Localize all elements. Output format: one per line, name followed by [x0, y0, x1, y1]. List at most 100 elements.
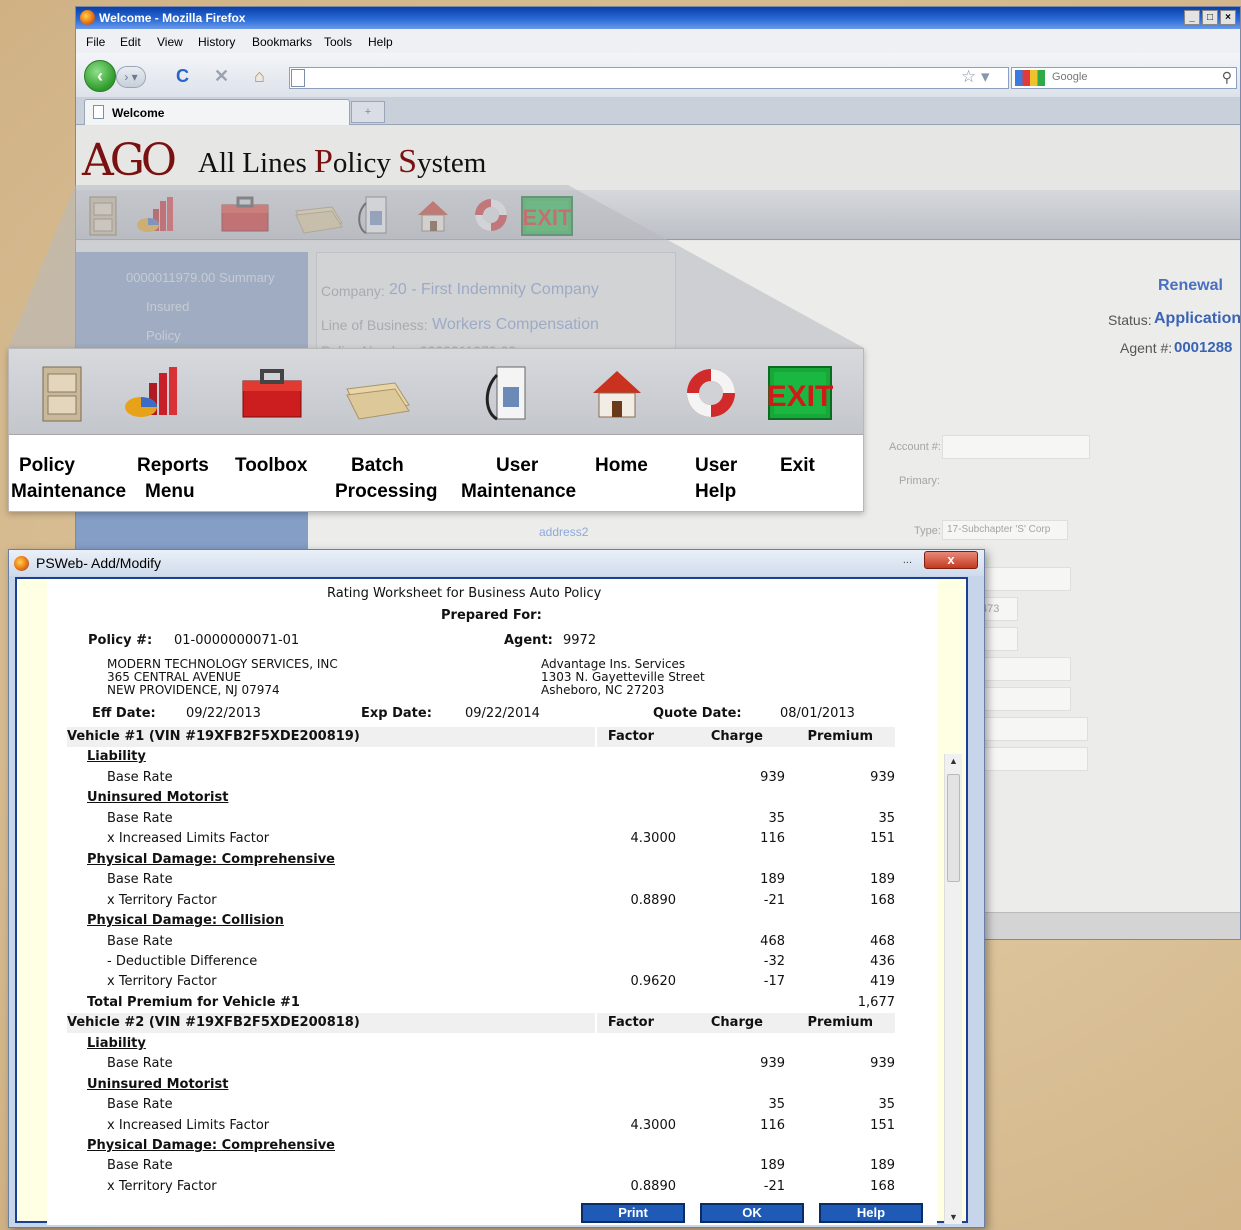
premium-cell: 151 — [870, 1118, 895, 1133]
table-row: x Increased Limits Factor 4.3000 116 151 — [47, 829, 897, 849]
scroll-up-icon[interactable]: ▲ — [949, 756, 958, 766]
ghost-field-5[interactable] — [976, 687, 1071, 711]
menu-bookmarks[interactable]: Bookmarks — [252, 35, 312, 49]
legend-exit: Exit — [780, 453, 830, 479]
help-button[interactable]: Help — [819, 1203, 923, 1223]
premium-cell: 1,677 — [857, 995, 895, 1010]
legend-line: User — [496, 455, 539, 476]
menu-help[interactable]: Help — [368, 35, 393, 49]
logo-mark: AGO — [82, 135, 177, 186]
legend-line: Home — [595, 455, 648, 476]
charge-cell: 189 — [760, 872, 785, 887]
charge-column-header: Charge — [710, 729, 763, 744]
tab-welcome[interactable]: Welcome — [84, 99, 350, 125]
menu-file[interactable]: File — [86, 35, 105, 49]
charge-cell: 116 — [760, 1118, 785, 1133]
minimize-button[interactable]: _ — [1184, 10, 1200, 25]
app-toolbar: EXIT — [76, 190, 1240, 240]
company-select[interactable]: 20 - First Indemnity Company — [389, 281, 599, 299]
google-icon[interactable] — [1015, 70, 1045, 86]
legend-line: Toolbox — [235, 455, 308, 476]
dialog-menu-dots[interactable]: ... — [903, 554, 912, 566]
print-button[interactable]: Print — [581, 1203, 685, 1223]
file-cabinet-icon[interactable] — [84, 193, 126, 237]
ok-button[interactable]: OK — [700, 1203, 804, 1223]
account-field[interactable] — [942, 435, 1090, 459]
search-icon[interactable]: ⚲ — [1222, 69, 1232, 86]
maximize-button[interactable]: □ — [1202, 10, 1218, 25]
coverage-section-row: Physical Damage: Collision — [47, 911, 897, 931]
scroll-down-icon[interactable]: ▼ — [949, 1212, 958, 1222]
tree-root[interactable]: 0000011979.00 Summary — [126, 270, 275, 285]
company-label: Company: — [321, 283, 385, 299]
toolbox-icon[interactable] — [218, 193, 272, 237]
type-select[interactable]: 17-Subchapter 'S' Corp — [942, 520, 1068, 540]
worksheet-scrollbar[interactable]: ▲ ▼ — [944, 754, 962, 1224]
address2-link[interactable]: address2 — [539, 525, 588, 539]
row-label: Total Premium for Vehicle #1 — [87, 995, 300, 1010]
search-box[interactable]: Google ⚲ — [1011, 67, 1237, 89]
window-title: Welcome - Mozilla Firefox — [99, 11, 246, 25]
lob-value: Workers Compensation — [432, 316, 599, 333]
toolbox-icon — [242, 369, 302, 418]
table-row: Base Rate 939 939 — [47, 1054, 897, 1074]
menu-view[interactable]: View — [157, 35, 183, 49]
url-bar[interactable] — [289, 67, 1009, 89]
row-label: x Territory Factor — [107, 1179, 217, 1194]
row-label: Vehicle #2 (VIN #19XFB2F5XDE200818) — [67, 1015, 360, 1030]
premium-cell: 419 — [870, 974, 895, 989]
agent-value: 9972 — [563, 633, 597, 648]
scroll-thumb[interactable] — [947, 774, 960, 882]
exit-sign-icon[interactable]: EXIT — [520, 193, 574, 237]
tree-item-insured[interactable]: Insured — [146, 299, 189, 314]
table-row: Base Rate 189 189 — [47, 870, 897, 890]
forward-icon[interactable]: › ▾ — [116, 66, 146, 88]
firefox-icon — [80, 10, 95, 25]
table-row: Base Rate 189 189 — [47, 1156, 897, 1176]
tree-item-policy[interactable]: Policy — [146, 328, 181, 343]
coverage-section-row: Physical Damage: Comprehensive — [47, 850, 897, 870]
coverage-section-row: Liability — [47, 747, 897, 767]
ghost-field-7[interactable] — [976, 747, 1088, 771]
premium-cell: 939 — [870, 1056, 895, 1071]
vehicle-header-row: Vehicle #2 (VIN #19XFB2F5XDE200818) Facto… — [67, 1013, 895, 1033]
menu-edit[interactable]: Edit — [120, 35, 141, 49]
column-divider — [595, 1013, 597, 1033]
lifebuoy-help-icon[interactable] — [470, 193, 512, 237]
menu-tools[interactable]: Tools — [324, 35, 352, 49]
close-window-button[interactable]: × — [1220, 10, 1236, 25]
charge-cell: 35 — [768, 811, 785, 826]
row-label: Base Rate — [107, 872, 173, 887]
row-label: Base Rate — [107, 1097, 173, 1112]
premium-cell: 35 — [878, 1097, 895, 1112]
legend-line: Help — [695, 481, 737, 502]
account-label: Account #: — [889, 441, 941, 453]
stop-icon[interactable]: ✕ — [214, 67, 229, 85]
menu-history[interactable]: History — [198, 35, 235, 49]
policy-value: 01-0000000071-01 — [174, 633, 300, 648]
new-tab-button[interactable]: + — [351, 101, 385, 123]
primary-label: Primary: — [899, 475, 940, 487]
lifebuoy-help-icon — [687, 369, 735, 417]
ghost-field-1[interactable] — [976, 567, 1071, 591]
back-icon[interactable]: ‹ — [84, 60, 116, 92]
row-label: x Territory Factor — [107, 893, 217, 908]
home-icon[interactable]: ⌂ — [254, 67, 265, 85]
coverage-section-row: Physical Damage: Comprehensive — [47, 1136, 897, 1156]
charge-cell: 189 — [760, 1158, 785, 1173]
ghost-field-4[interactable] — [976, 657, 1071, 681]
reports-chart-icon[interactable] — [136, 193, 178, 237]
reload-icon[interactable]: C — [176, 67, 189, 85]
menu-bar: File Edit View History Bookmarks Tools H… — [76, 29, 1240, 53]
row-label: Uninsured Motorist — [87, 790, 229, 805]
logo-title: All Lines Policy System — [198, 143, 486, 181]
dialog-close-button[interactable]: x — [924, 551, 978, 569]
bookmark-star-icon[interactable]: ☆ ▾ — [961, 67, 990, 87]
title-bar: Welcome - Mozilla Firefox _ □ × — [76, 7, 1240, 29]
agent-label: Agent: — [504, 633, 553, 648]
employee-badge-icon[interactable] — [354, 193, 394, 237]
ghost-field-6[interactable] — [976, 717, 1088, 741]
home-house-icon[interactable] — [412, 193, 454, 237]
status-value: Application — [1154, 310, 1241, 327]
batch-folders-icon[interactable] — [292, 193, 346, 237]
